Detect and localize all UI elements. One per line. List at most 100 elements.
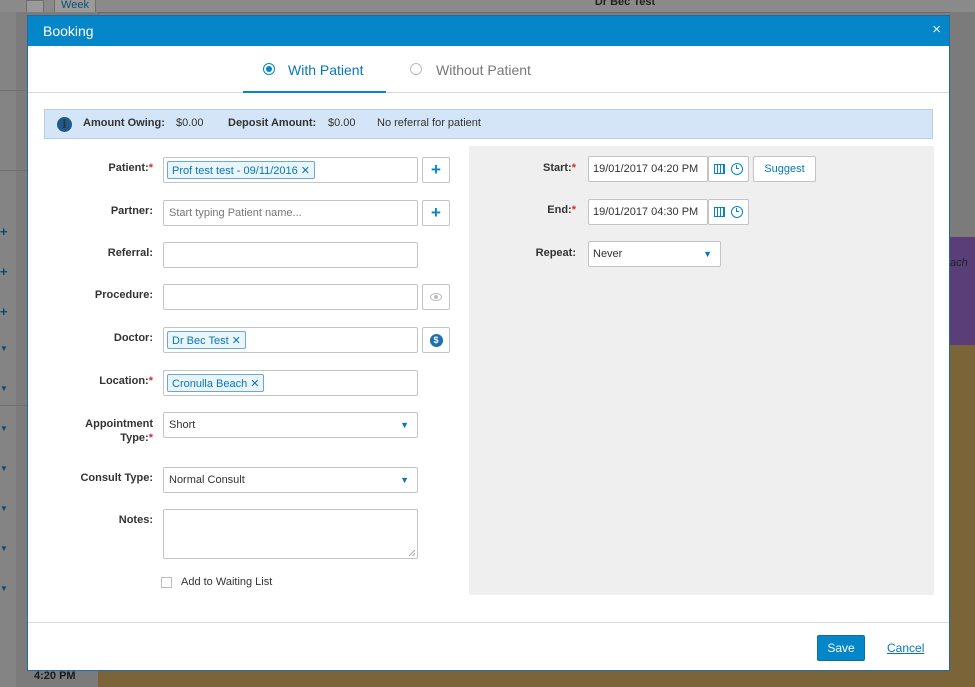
resize-handle-icon[interactable] bbox=[409, 550, 415, 556]
notes-textarea[interactable] bbox=[163, 509, 418, 559]
chevron-down-icon: ▼ bbox=[0, 504, 8, 513]
required-mark: * bbox=[571, 162, 576, 174]
deposit-amount-value: $0.00 bbox=[328, 117, 356, 129]
add-patient-button[interactable]: + bbox=[422, 157, 450, 183]
time-slot-label: 4:20 PM bbox=[34, 670, 76, 682]
required-mark: * bbox=[148, 432, 153, 444]
add-icon: + bbox=[0, 304, 8, 319]
location-label: Location:* bbox=[99, 375, 153, 387]
deposit-amount-label: Deposit Amount: bbox=[228, 117, 317, 129]
calendar-icon[interactable] bbox=[714, 164, 725, 174]
appointment-type-label: Appointment Type:* bbox=[85, 418, 153, 444]
amount-owing-value: $0.00 bbox=[176, 117, 204, 129]
patient-tag: Prof test test - 09/11/2016 ✕ bbox=[167, 161, 315, 179]
doctor-billing-button[interactable]: $ bbox=[422, 327, 450, 353]
location-tag: Cronulla Beach ✕ bbox=[167, 374, 265, 392]
dialog-footer: Save Cancel bbox=[28, 622, 949, 671]
calendar-event bbox=[950, 345, 975, 687]
partner-placeholder: Start typing Patient name... bbox=[169, 207, 302, 219]
end-datetime-input[interactable]: 19/01/2017 04:30 PM bbox=[588, 199, 708, 225]
doctor-label: Doctor: bbox=[113, 332, 153, 344]
calendar-event: ach bbox=[950, 237, 975, 345]
end-label: End:* bbox=[547, 204, 576, 216]
start-datetime-input[interactable]: 19/01/2017 04:20 PM bbox=[588, 156, 708, 182]
required-mark: * bbox=[571, 204, 576, 216]
info-icon: i bbox=[57, 117, 72, 132]
chevron-down-icon: ▼ bbox=[400, 420, 409, 430]
calendar-left-rail: + + + ▼ ▼ ▼ ▼ ▼ ▼ ▼ bbox=[0, 12, 17, 687]
radio-icon[interactable] bbox=[410, 63, 422, 75]
start-value: 19/01/2017 04:20 PM bbox=[593, 163, 699, 175]
end-value: 19/01/2017 04:30 PM bbox=[593, 206, 699, 218]
patient-label: Patient:* bbox=[108, 162, 153, 174]
chevron-down-icon: ▼ bbox=[0, 544, 8, 553]
amount-owing-label: Amount Owing: bbox=[83, 117, 165, 129]
radio-selected-icon[interactable] bbox=[263, 63, 275, 75]
location-field[interactable]: Cronulla Beach ✕ bbox=[163, 370, 418, 396]
calendar-toolbar bbox=[0, 0, 975, 13]
clock-icon[interactable] bbox=[731, 206, 743, 218]
booking-dialog: Booking × With Patient Without Patient i… bbox=[27, 15, 950, 671]
consult-type-label: Consult Type: bbox=[80, 472, 153, 484]
chevron-down-icon: ▼ bbox=[0, 584, 8, 593]
tab-with-patient[interactable]: With Patient bbox=[243, 46, 386, 93]
suggest-button[interactable]: Suggest bbox=[753, 156, 816, 182]
event-label: ach bbox=[950, 257, 968, 269]
doctor-field[interactable]: Dr Bec Test ✕ bbox=[163, 327, 418, 353]
consult-type-select[interactable]: Normal Consult ▼ bbox=[163, 467, 418, 493]
eye-icon bbox=[430, 293, 442, 301]
dialog-header: Booking × bbox=[28, 16, 949, 46]
schedule-panel: Start:* 19/01/2017 04:20 PM Suggest End:… bbox=[469, 146, 934, 595]
start-label: Start:* bbox=[542, 162, 576, 174]
repeat-value: Never bbox=[593, 248, 623, 260]
referral-note: No referral for patient bbox=[377, 117, 481, 129]
appointment-type-value: Short bbox=[169, 419, 196, 431]
required-mark: * bbox=[148, 162, 153, 174]
chevron-down-icon: ▼ bbox=[0, 344, 8, 353]
referral-label: Referral: bbox=[107, 247, 153, 259]
save-button[interactable]: Save bbox=[817, 635, 865, 661]
notes-label: Notes: bbox=[118, 514, 153, 526]
add-partner-button[interactable]: + bbox=[422, 200, 450, 226]
appointment-type-select[interactable]: Short ▼ bbox=[163, 412, 418, 438]
close-icon[interactable]: × bbox=[932, 21, 941, 38]
remove-location-icon[interactable]: ✕ bbox=[250, 378, 259, 390]
cancel-link[interactable]: Cancel bbox=[887, 641, 924, 655]
add-icon: + bbox=[0, 224, 8, 239]
waiting-list-checkbox[interactable] bbox=[161, 577, 172, 588]
partner-input[interactable]: Start typing Patient name... bbox=[163, 200, 418, 226]
remove-doctor-icon[interactable]: ✕ bbox=[232, 335, 241, 347]
calendar-event bbox=[98, 671, 950, 687]
dialog-title: Booking bbox=[43, 23, 94, 39]
plus-icon: + bbox=[431, 203, 441, 222]
chevron-down-icon: ▼ bbox=[0, 464, 8, 473]
tab-without-patient[interactable]: Without Patient bbox=[398, 46, 538, 91]
view-procedure-button[interactable] bbox=[422, 284, 450, 310]
remove-patient-icon[interactable]: ✕ bbox=[301, 165, 310, 177]
waiting-list-label: Add to Waiting List bbox=[181, 576, 273, 588]
clock-icon[interactable] bbox=[731, 163, 743, 175]
booking-type-tabs: With Patient Without Patient bbox=[28, 46, 949, 93]
consult-type-value: Normal Consult bbox=[169, 474, 245, 486]
add-icon: + bbox=[0, 264, 8, 279]
partner-label: Partner: bbox=[110, 205, 153, 217]
calendar-icon[interactable] bbox=[714, 207, 725, 217]
referral-input[interactable] bbox=[163, 242, 418, 268]
doctor-tag: Dr Bec Test ✕ bbox=[167, 331, 246, 349]
procedure-input[interactable] bbox=[163, 284, 418, 310]
dollar-icon: $ bbox=[429, 334, 443, 347]
required-mark: * bbox=[148, 375, 153, 387]
patient-info-alert: i Amount Owing: $0.00 Deposit Amount: $0… bbox=[44, 109, 933, 139]
tab-label: With Patient bbox=[288, 62, 364, 78]
end-picker-buttons bbox=[708, 199, 749, 225]
start-picker-buttons bbox=[708, 156, 749, 182]
tab-label: Without Patient bbox=[436, 62, 531, 78]
procedure-label: Procedure: bbox=[94, 289, 153, 301]
repeat-select[interactable]: Never ▼ bbox=[588, 241, 721, 267]
repeat-label: Repeat: bbox=[535, 247, 576, 259]
chevron-down-icon: ▼ bbox=[0, 424, 8, 433]
chevron-down-icon: ▼ bbox=[703, 249, 712, 259]
chevron-down-icon: ▼ bbox=[0, 384, 8, 393]
doctor-column-header: Dr Bec Test bbox=[594, 0, 656, 8]
patient-field[interactable]: Prof test test - 09/11/2016 ✕ bbox=[163, 157, 418, 183]
